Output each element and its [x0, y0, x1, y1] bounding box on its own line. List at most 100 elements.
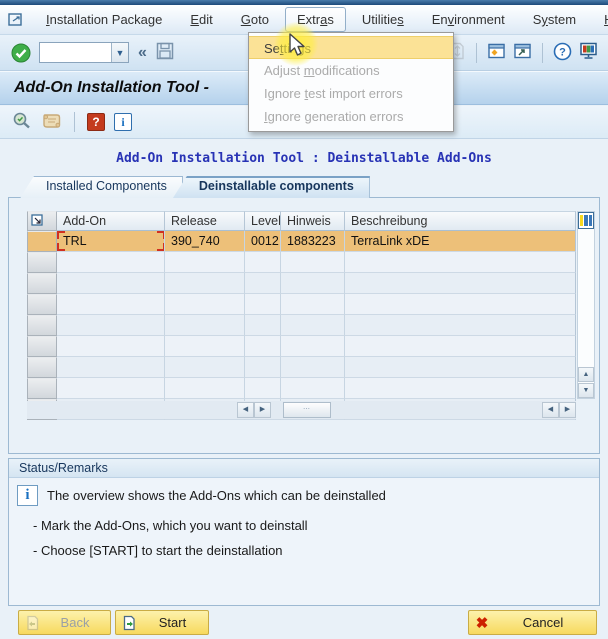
- command-input[interactable]: [40, 43, 111, 62]
- horizontal-scrollbar[interactable]: ◀ ▶ ⋯ ◀ ▶: [27, 401, 576, 419]
- column-header-release[interactable]: Release: [165, 211, 245, 231]
- row-selector[interactable]: [27, 231, 57, 252]
- empty-cell[interactable]: [281, 273, 345, 294]
- empty-cell[interactable]: [57, 273, 165, 294]
- table-empty-row[interactable]: [27, 378, 576, 399]
- row-selector[interactable]: [27, 252, 57, 273]
- vertical-scrollbar[interactable]: ▲ ▼: [577, 211, 595, 399]
- row-selector[interactable]: [27, 273, 57, 294]
- command-field[interactable]: ▼: [39, 42, 129, 63]
- empty-cell[interactable]: [57, 336, 165, 357]
- row-selector[interactable]: [27, 315, 57, 336]
- empty-cell[interactable]: [165, 378, 245, 399]
- empty-cell[interactable]: [345, 294, 576, 315]
- tab-deinstallable-components[interactable]: Deinstallable components: [173, 176, 370, 198]
- back-button[interactable]: Back: [18, 610, 111, 635]
- empty-cell[interactable]: [281, 357, 345, 378]
- table-empty-row[interactable]: [27, 315, 576, 336]
- empty-cell[interactable]: [165, 294, 245, 315]
- table-empty-row[interactable]: [27, 294, 576, 315]
- empty-cell[interactable]: [345, 252, 576, 273]
- help-icon[interactable]: ?: [553, 42, 572, 64]
- application-help-icon[interactable]: ?: [87, 113, 105, 131]
- empty-cell[interactable]: [57, 294, 165, 315]
- empty-cell[interactable]: [165, 315, 245, 336]
- menu-item-help[interactable]: Help: [592, 7, 608, 32]
- row-selector[interactable]: [27, 357, 57, 378]
- scroll-right-icon[interactable]: ▶: [254, 402, 271, 418]
- column-header-addon[interactable]: Add-On: [57, 211, 165, 231]
- empty-cell[interactable]: [165, 273, 245, 294]
- table-configuration-icon[interactable]: [578, 212, 594, 229]
- menu-item-extras[interactable]: Extras: [285, 7, 346, 32]
- row-selector[interactable]: [27, 378, 57, 399]
- row-selector[interactable]: [27, 336, 57, 357]
- vertical-scroll-track[interactable]: [578, 229, 594, 366]
- cell-level[interactable]: 0012: [245, 231, 281, 252]
- table-row-trl[interactable]: TRL 390_740 0012 1883223 TerraLink xDE: [27, 231, 576, 252]
- table-empty-row[interactable]: [27, 273, 576, 294]
- cell-beschreibung[interactable]: TerraLink xDE: [345, 231, 576, 252]
- select-all-icon[interactable]: [27, 211, 57, 231]
- display-search-icon[interactable]: [12, 111, 32, 133]
- scroll-left-icon[interactable]: ◀: [237, 402, 254, 418]
- menu-item-system[interactable]: System: [521, 7, 588, 32]
- empty-cell[interactable]: [345, 273, 576, 294]
- menu-item-environment[interactable]: Environment: [420, 7, 517, 32]
- empty-cell[interactable]: [245, 252, 281, 273]
- scroll-up-icon[interactable]: ▲: [578, 367, 594, 382]
- column-header-hinweis[interactable]: Hinweis: [281, 211, 345, 231]
- continue-enter-icon[interactable]: [10, 42, 32, 64]
- menu-item-installation-package[interactable]: Installation Package: [34, 7, 174, 32]
- empty-cell[interactable]: [57, 357, 165, 378]
- start-button[interactable]: Start: [115, 610, 209, 635]
- table-empty-row[interactable]: [27, 357, 576, 378]
- table-empty-row[interactable]: [27, 252, 576, 273]
- empty-cell[interactable]: [245, 336, 281, 357]
- empty-cell[interactable]: [245, 273, 281, 294]
- empty-cell[interactable]: [57, 315, 165, 336]
- system-menu-icon[interactable]: [8, 10, 24, 30]
- empty-cell[interactable]: [245, 315, 281, 336]
- empty-cell[interactable]: [281, 252, 345, 273]
- cancel-button[interactable]: ✖ Cancel: [468, 610, 597, 635]
- menu-item-edit[interactable]: Edit: [178, 7, 224, 32]
- cell-hinweis[interactable]: 1883223: [281, 231, 345, 252]
- customize-layout-icon[interactable]: [579, 42, 598, 63]
- collapse-toolbar-icon[interactable]: «: [136, 44, 149, 62]
- empty-cell[interactable]: [345, 357, 576, 378]
- column-header-beschreibung[interactable]: Beschreibung: [345, 211, 576, 231]
- empty-cell[interactable]: [245, 378, 281, 399]
- empty-cell[interactable]: [345, 315, 576, 336]
- command-dropdown-arrow-icon[interactable]: ▼: [111, 43, 128, 62]
- cell-release[interactable]: 390_740: [165, 231, 245, 252]
- cell-addon[interactable]: TRL: [57, 231, 165, 252]
- table-empty-row[interactable]: [27, 336, 576, 357]
- empty-cell[interactable]: [245, 357, 281, 378]
- empty-cell[interactable]: [281, 294, 345, 315]
- empty-cell[interactable]: [281, 378, 345, 399]
- empty-cell[interactable]: [345, 336, 576, 357]
- tab-installed-components[interactable]: Installed Components: [20, 176, 183, 198]
- empty-cell[interactable]: [345, 378, 576, 399]
- information-icon[interactable]: i: [114, 113, 132, 131]
- menu-item-settings[interactable]: Settings: [249, 36, 453, 59]
- new-session-icon[interactable]: [487, 43, 506, 63]
- log-scroll-icon[interactable]: [41, 112, 62, 133]
- scroll-left-icon[interactable]: ◀: [542, 402, 559, 418]
- column-header-level[interactable]: Level: [245, 211, 281, 231]
- empty-cell[interactable]: [57, 378, 165, 399]
- scroll-right-icon[interactable]: ▶: [559, 402, 576, 418]
- empty-cell[interactable]: [57, 252, 165, 273]
- empty-cell[interactable]: [165, 336, 245, 357]
- empty-cell[interactable]: [165, 252, 245, 273]
- menu-item-utilities[interactable]: Utilities: [350, 7, 416, 32]
- empty-cell[interactable]: [281, 315, 345, 336]
- row-selector[interactable]: [27, 294, 57, 315]
- empty-cell[interactable]: [165, 357, 245, 378]
- menu-item-goto[interactable]: Goto: [229, 7, 281, 32]
- hscroll-thumb[interactable]: ⋯: [283, 402, 331, 418]
- empty-cell[interactable]: [245, 294, 281, 315]
- create-shortcut-icon[interactable]: [513, 43, 532, 63]
- empty-cell[interactable]: [281, 336, 345, 357]
